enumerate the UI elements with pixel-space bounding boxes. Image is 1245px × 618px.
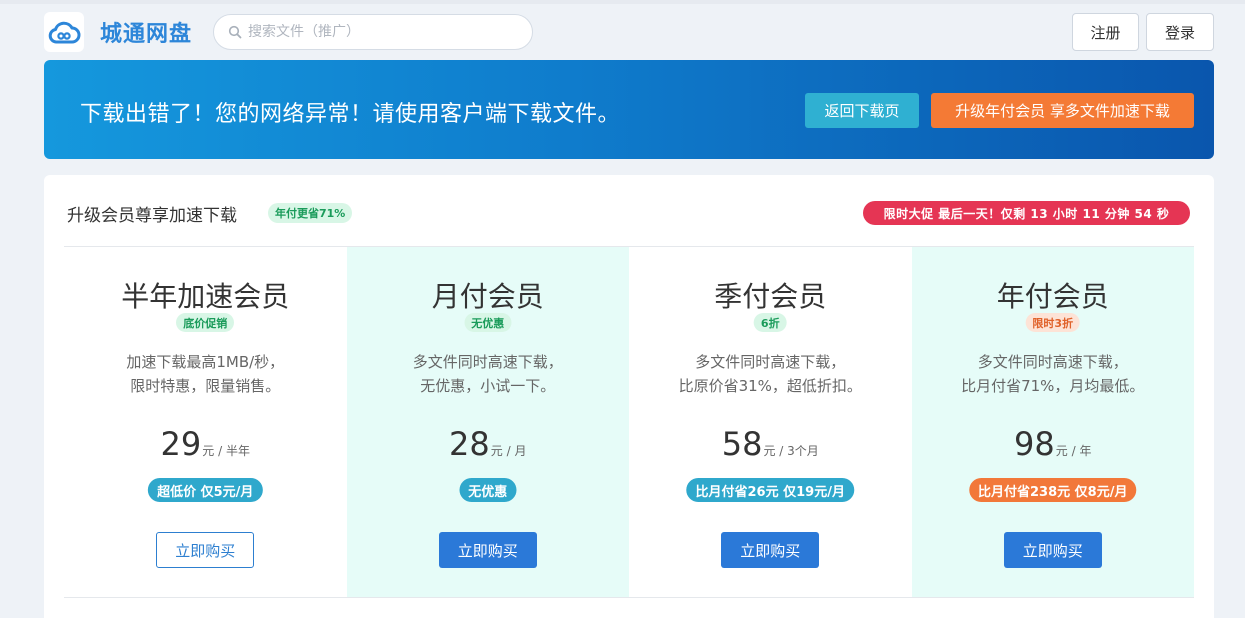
error-banner: 下载出错了！您的网络异常！请使用客户端下载文件。 返回下载页 升级年付会员 享多… [44,60,1214,159]
plan-price: 98 元 / 年 [912,425,1195,463]
plan-deal-badge: 超低价 仅5元/月 [148,478,263,502]
search-icon [228,25,242,39]
membership-title: 升级会员尊享加速下载 [67,206,237,226]
plan-tag: 无优惠 [464,313,512,332]
price-unit: 元 / 半年 [202,444,250,458]
plan-deal-badge: 无优惠 [459,478,517,502]
plan-list: 半年加速会员 底价促销 加速下载最高1MB/秒， 限时特惠，限量销售。 29 元… [64,247,1194,597]
divider [64,597,1194,598]
plan-description-line: 限时特惠，限量销售。 [130,377,281,395]
plan-tag: 底价促销 [176,313,235,332]
plan-tag: 限时3折 [1025,313,1081,332]
price-amount: 28 [449,425,490,463]
plan-monthly: 月付会员 无优惠 多文件同时高速下载， 无优惠，小试一下。 28 元 / 月 无… [346,247,630,597]
price-unit: 元 / 月 [490,444,527,458]
price-amount: 29 [160,425,202,463]
plan-description-line: 加速下载最高1MB/秒， [126,353,285,371]
plan-description-line: 多文件同时高速下载， [977,353,1128,371]
login-button[interactable]: 登录 [1146,13,1214,51]
plan-name: 半年加速会员 [121,280,290,313]
plan-name: 月付会员 [431,280,544,313]
buy-button[interactable]: 立即购买 [438,532,537,568]
plan-name: 年付会员 [996,280,1109,313]
plan-description: 加速下载最高1MB/秒， 限时特惠，限量销售。 [64,350,347,398]
search-input[interactable] [248,24,518,40]
error-message: 下载出错了！您的网络异常！请使用客户端下载文件。 [80,102,621,127]
plan-quarterly: 季付会员 6折 多文件同时高速下载， 比原价省31%，超低折扣。 58 元 / … [629,247,912,597]
price-unit: 元 / 3个月 [763,444,819,458]
promo-countdown-badge: 限时大促 最后一天！仅剩 13 小时 11 分钟 54 秒 [863,201,1190,225]
plan-half-year: 半年加速会员 底价促销 加速下载最高1MB/秒， 限时特惠，限量销售。 29 元… [64,247,347,597]
plan-tag: 6折 [753,313,787,332]
plan-deal-badge: 比月付省238元 仅8元/月 [969,478,1137,502]
yearly-save-badge: 年付更省71% [268,203,353,223]
buy-button[interactable]: 立即购买 [721,532,820,568]
cloud-logo-icon [48,21,81,44]
register-button[interactable]: 注册 [1072,13,1139,51]
back-to-download-button[interactable]: 返回下载页 [805,93,919,128]
upgrade-yearly-button[interactable]: 升级年付会员 享多文件加速下载 [931,93,1194,128]
plan-yearly: 年付会员 限时3折 多文件同时高速下载， 比月付省71%，月均最低。 98 元 … [911,247,1195,597]
plan-description-line: 无优惠，小试一下。 [420,377,556,395]
price-unit: 元 / 年 [1055,444,1092,458]
plan-description-line: 比月付省71%，月均最低。 [961,377,1145,395]
plan-price: 28 元 / 月 [347,425,630,463]
price-amount: 98 [1014,425,1055,463]
top-border [0,0,1245,4]
plan-description: 多文件同时高速下载， 无优惠，小试一下。 [347,350,630,398]
plan-deal-badge: 比月付省26元 仅19元/月 [686,478,854,502]
brand-name[interactable]: 城通网盘 [100,16,192,48]
membership-card: 升级会员尊享加速下载 年付更省71% 限时大促 最后一天！仅剩 13 小时 11… [44,175,1214,618]
logo[interactable] [44,12,84,52]
plan-description-line: 多文件同时高速下载， [695,353,846,371]
plan-price: 58 元 / 3个月 [629,425,912,463]
price-amount: 58 [721,425,763,463]
plan-price: 29 元 / 半年 [64,425,347,463]
plan-description-line: 多文件同时高速下载， [412,353,563,371]
buy-button[interactable]: 立即购买 [1003,532,1102,568]
plan-name: 季付会员 [714,280,827,313]
plan-description: 多文件同时高速下载， 比原价省31%，超低折扣。 [629,350,912,398]
plan-description-line: 比原价省31%，超低折扣。 [678,377,862,395]
plan-description: 多文件同时高速下载， 比月付省71%，月均最低。 [912,350,1195,398]
buy-button[interactable]: 立即购买 [156,532,255,568]
search-box[interactable] [213,14,533,50]
